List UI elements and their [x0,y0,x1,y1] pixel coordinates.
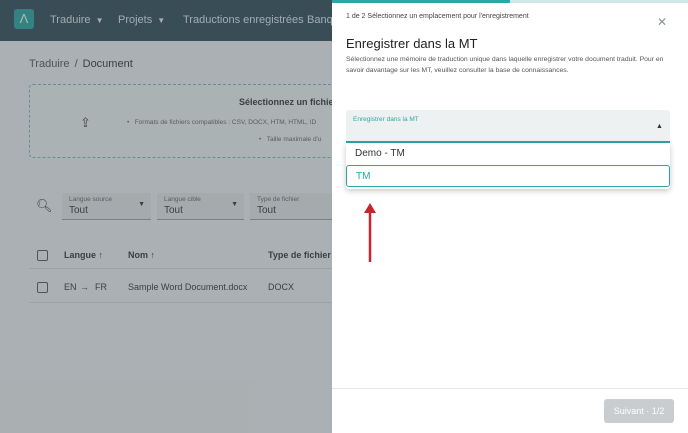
step-progress-fill [332,0,510,3]
arrow-head [364,203,376,213]
caret-up-icon: ▲ [656,123,663,130]
close-icon[interactable]: ✕ [657,15,667,29]
step-indicator: 1 de 2 Sélectionnez un emplacement pour … [346,13,529,20]
tm-select-label: Enregistrer dans la MT [353,116,419,123]
drawer-description: Sélectionnez une mémoire de traduction u… [346,56,664,74]
option-label: Demo - TM [355,148,405,159]
annotation-arrow-icon [364,203,376,262]
tm-select[interactable]: Enregistrer dans la MT ▲ [346,110,670,143]
tm-option-tm[interactable]: TM [346,165,670,187]
tm-options-menu: Demo - TM TM [346,143,670,189]
save-to-tm-drawer: 1 de 2 Sélectionnez un emplacement pour … [332,0,688,433]
option-label: TM [356,171,371,182]
tm-option-demo[interactable]: Demo - TM [346,143,670,165]
next-button[interactable]: Suivant · 1/2 [604,399,674,423]
drawer-title: Enregistrer dans la MT [346,36,478,51]
step-progress-bar [332,0,688,3]
footer-divider [332,388,688,389]
